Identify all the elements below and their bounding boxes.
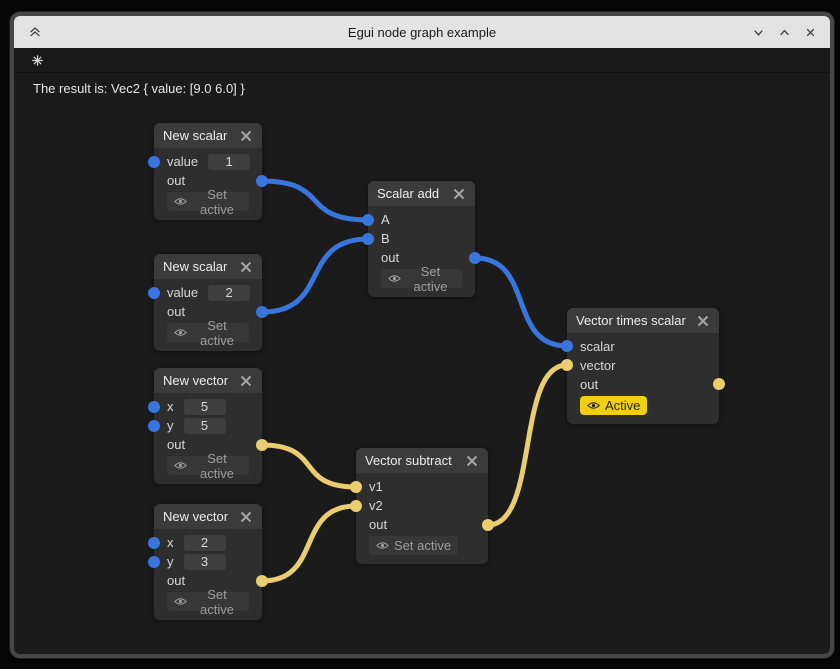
port-new-vector-1-out[interactable] (256, 439, 268, 451)
node-close-icon[interactable] (465, 454, 479, 468)
value-drag-input[interactable]: 2 (184, 535, 226, 551)
result-text: The result is: Vec2 { value: [9.0 6.0] } (33, 81, 245, 96)
value-drag-input[interactable]: 3 (184, 554, 226, 570)
port-new-vector-1-y-in[interactable] (148, 420, 160, 432)
eye-icon (174, 197, 187, 206)
node-title: New scalar (163, 128, 227, 143)
port-scalar-add-out[interactable] (469, 252, 481, 264)
titlebar[interactable]: Egui node graph example (14, 16, 830, 48)
set-active-button[interactable]: Set active (167, 323, 249, 342)
node-vector-times-scalar[interactable]: Vector times scalar scalar vector out Ac… (567, 308, 719, 424)
port-label: out (167, 573, 185, 588)
port-vector-subtract-out[interactable] (482, 519, 494, 531)
port-label: x (167, 399, 174, 414)
port-label: v2 (369, 498, 383, 513)
port-label: x (167, 535, 174, 550)
port-scalar-add-a-in[interactable] (362, 214, 374, 226)
port-new-vector-2-x-in[interactable] (148, 537, 160, 549)
active-button[interactable]: Active (580, 396, 647, 415)
collapse-icon[interactable] (27, 24, 43, 40)
port-new-vector-1-x-in[interactable] (148, 401, 160, 413)
port-label: scalar (580, 339, 615, 354)
node-title: Scalar add (377, 186, 439, 201)
port-label: y (167, 418, 174, 433)
node-title: Vector times scalar (576, 313, 686, 328)
node-close-icon[interactable] (452, 187, 466, 201)
node-title: New scalar (163, 259, 227, 274)
port-new-vector-2-out[interactable] (256, 575, 268, 587)
node-header[interactable]: Vector subtract (356, 448, 488, 473)
port-label: y (167, 554, 174, 569)
node-header[interactable]: Vector times scalar (567, 308, 719, 333)
node-scalar-add[interactable]: Scalar add A B out Set active (368, 181, 475, 297)
node-header[interactable]: Scalar add (368, 181, 475, 206)
set-active-button[interactable]: Set active (167, 192, 249, 211)
node-close-icon[interactable] (239, 129, 253, 143)
node-close-icon[interactable] (239, 374, 253, 388)
port-scalar-add-b-in[interactable] (362, 233, 374, 245)
set-active-button[interactable]: Set active (381, 269, 462, 288)
eye-icon (174, 461, 187, 470)
node-header[interactable]: New scalar (154, 123, 262, 148)
port-label: out (167, 304, 185, 319)
app-menu-star-icon[interactable] (28, 51, 46, 69)
port-label: out (580, 377, 598, 392)
eye-icon (376, 541, 389, 550)
port-label: out (167, 173, 185, 188)
maximize-icon[interactable] (776, 24, 792, 40)
screen: Egui node graph example The r (0, 0, 840, 669)
menubar (14, 48, 830, 73)
node-header[interactable]: New vector (154, 504, 262, 529)
value-drag-input[interactable]: 5 (184, 399, 226, 415)
port-vector-subtract-v1-in[interactable] (350, 481, 362, 493)
node-title: New vector (163, 509, 228, 524)
port-label: out (167, 437, 185, 452)
port-vector-times-scalar-vector-in[interactable] (561, 359, 573, 371)
port-new-scalar-1-out[interactable] (256, 175, 268, 187)
node-title: Vector subtract (365, 453, 452, 468)
node-new-scalar-2[interactable]: New scalar value 2 out Set active (154, 254, 262, 351)
eye-icon (587, 401, 600, 410)
port-label: B (381, 231, 390, 246)
node-new-scalar-1[interactable]: New scalar value 1 out Set active (154, 123, 262, 220)
port-label: out (381, 250, 399, 265)
value-drag-input[interactable]: 2 (208, 285, 250, 301)
value-drag-input[interactable]: 5 (184, 418, 226, 434)
node-close-icon[interactable] (696, 314, 710, 328)
value-drag-input[interactable]: 1 (208, 154, 250, 170)
port-vector-times-scalar-scalar-in[interactable] (561, 340, 573, 352)
port-label: value (167, 285, 198, 300)
port-vector-subtract-v2-in[interactable] (350, 500, 362, 512)
port-label: A (381, 212, 390, 227)
node-close-icon[interactable] (239, 260, 253, 274)
node-header[interactable]: New scalar (154, 254, 262, 279)
eye-icon (174, 328, 187, 337)
node-close-icon[interactable] (239, 510, 253, 524)
close-icon[interactable] (802, 24, 818, 40)
port-label: v1 (369, 479, 383, 494)
port-vector-times-scalar-out[interactable] (713, 378, 725, 390)
node-new-vector-1[interactable]: New vector x 5 y 5 out Set active (154, 368, 262, 484)
port-new-scalar-2-out[interactable] (256, 306, 268, 318)
node-new-vector-2[interactable]: New vector x 2 y 3 out Set active (154, 504, 262, 620)
set-active-button[interactable]: Set active (167, 592, 249, 611)
node-title: New vector (163, 373, 228, 388)
window-title: Egui node graph example (14, 25, 830, 40)
set-active-button[interactable]: Set active (369, 536, 458, 555)
set-active-button[interactable]: Set active (167, 456, 249, 475)
minimize-icon[interactable] (750, 24, 766, 40)
port-new-scalar-1-value-in[interactable] (148, 156, 160, 168)
port-new-vector-2-y-in[interactable] (148, 556, 160, 568)
port-label: out (369, 517, 387, 532)
node-header[interactable]: New vector (154, 368, 262, 393)
eye-icon (388, 274, 401, 283)
port-label: vector (580, 358, 615, 373)
eye-icon (174, 597, 187, 606)
port-label: value (167, 154, 198, 169)
port-new-scalar-2-value-in[interactable] (148, 287, 160, 299)
node-vector-subtract[interactable]: Vector subtract v1 v2 out Set active (356, 448, 488, 564)
